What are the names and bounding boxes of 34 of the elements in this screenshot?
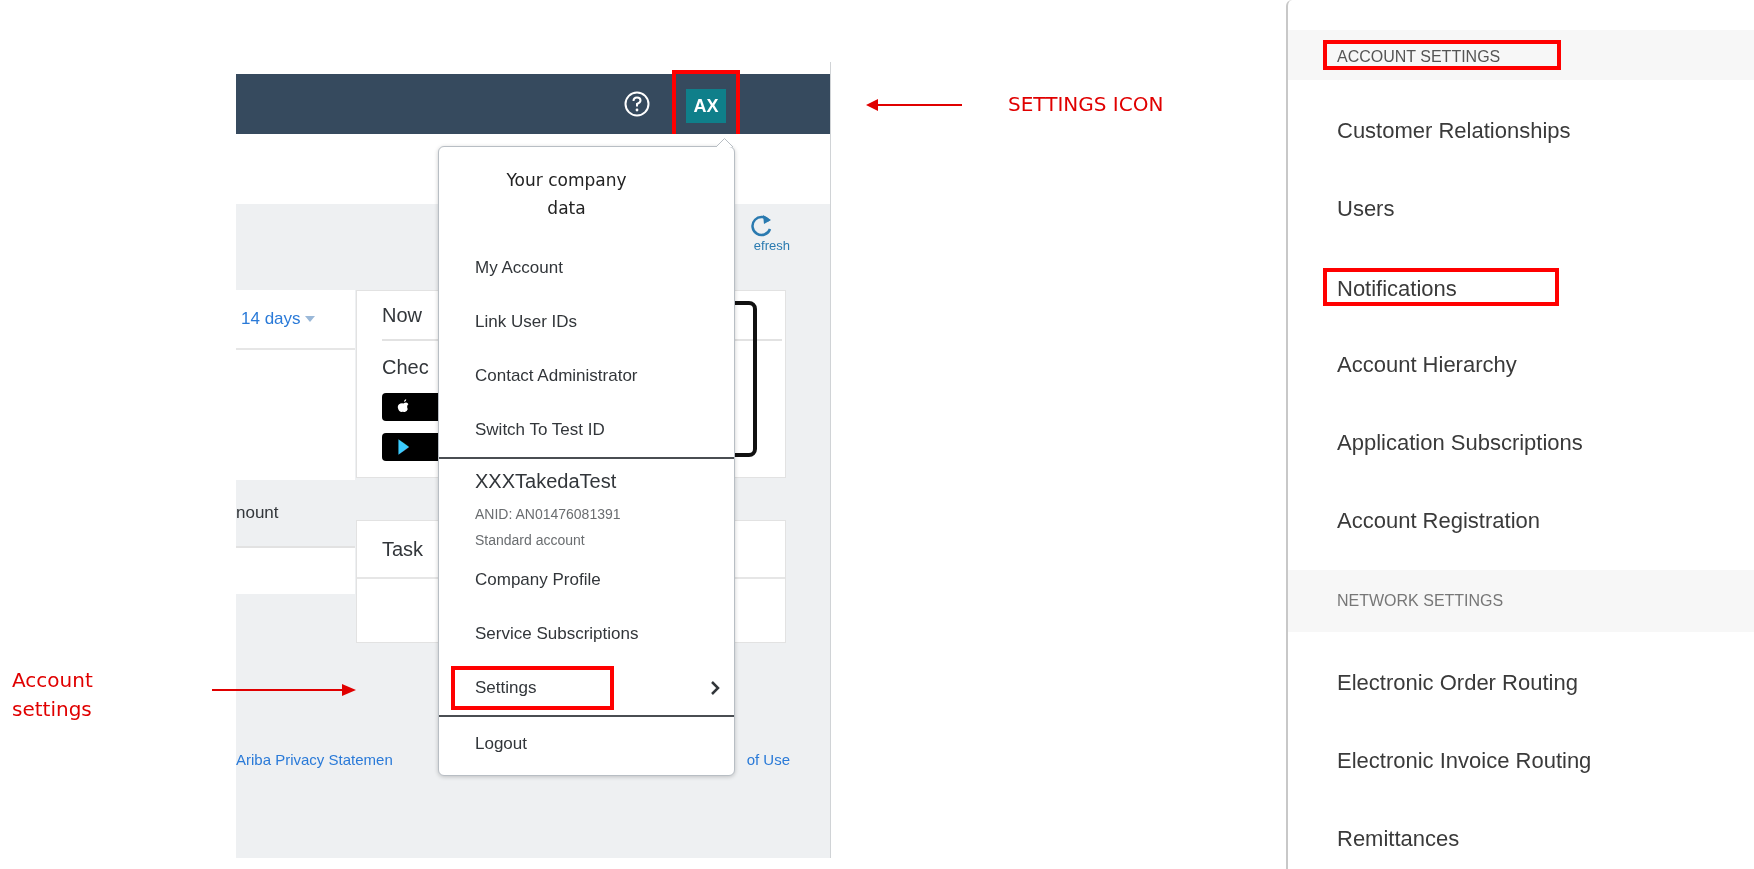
nav-link[interactable]: Account Registration (1337, 508, 1540, 534)
nav-link[interactable]: Remittances (1337, 826, 1460, 852)
menu-item[interactable]: Service Subscriptions (439, 607, 734, 661)
company-name: XXXTakedaTest (474, 468, 618, 494)
account-detail: ANID: AN01476081391 (474, 505, 622, 524)
help-icon[interactable] (624, 91, 650, 117)
period-dropdown[interactable]: 14 days (241, 309, 301, 329)
card-title: Now (382, 303, 422, 327)
annotation-label: Account settings (12, 667, 94, 723)
nav-link[interactable]: Account Hierarchy (1337, 352, 1517, 378)
annotation-label: SETTINGS ICON (1008, 92, 1164, 116)
note-text: Your company data (505, 169, 628, 220)
menu-item[interactable]: Company Profile (439, 553, 734, 607)
chevron-right-icon (710, 680, 720, 696)
menu-item[interactable]: My Account (439, 241, 734, 295)
caret-icon (304, 316, 315, 322)
account-detail: Standard account (474, 531, 586, 550)
footer-link[interactable]: of Use (746, 751, 790, 768)
card-title: Task (382, 537, 424, 561)
column-header: nount (236, 503, 279, 523)
menu-item[interactable]: Link User IDs (439, 295, 734, 349)
card-text: Chec (382, 355, 429, 379)
refresh-label[interactable]: efresh (733, 238, 790, 253)
nav-link[interactable]: Application Subscriptions (1337, 430, 1583, 456)
nav-link[interactable]: Electronic Order Routing (1337, 670, 1578, 696)
menu-item[interactable]: Settings (439, 661, 734, 715)
footer-link[interactable]: Ariba Privacy Statemen (236, 751, 393, 768)
menu-item[interactable]: Logout (439, 717, 734, 771)
section-header: NETWORK SETTINGS (1337, 592, 1504, 610)
nav-link[interactable]: Users (1337, 196, 1395, 222)
menu-item[interactable]: Contact Administrator (439, 349, 734, 403)
nav-link[interactable]: Customer Relationships (1337, 118, 1571, 144)
menu-item[interactable]: Switch To Test ID (439, 403, 734, 457)
nav-link[interactable]: Electronic Invoice Routing (1337, 748, 1592, 774)
